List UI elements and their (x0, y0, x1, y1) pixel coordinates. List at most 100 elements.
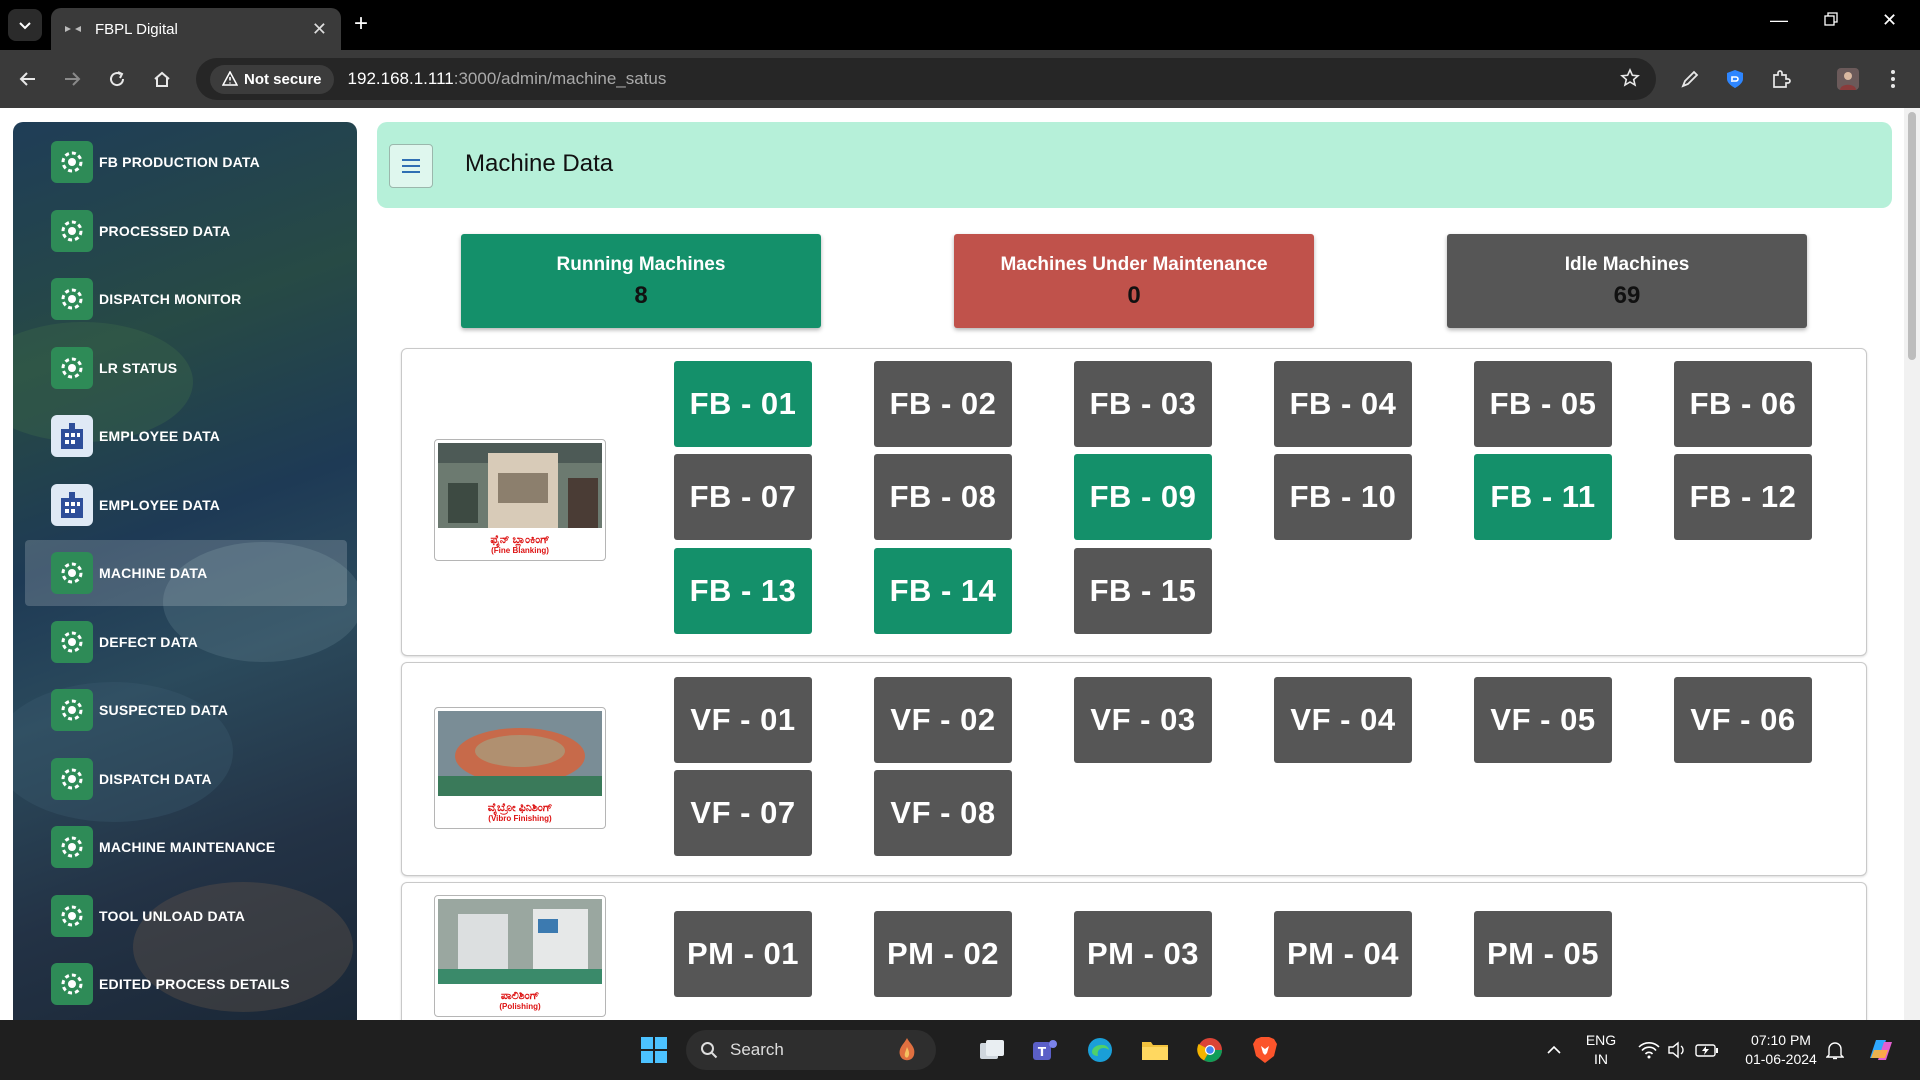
machine-tile-fb-01[interactable]: FB - 01 (674, 361, 812, 447)
machine-tile-pm-03[interactable]: PM - 03 (1074, 911, 1212, 997)
machine-tile-vf-06[interactable]: VF - 06 (1674, 677, 1812, 763)
machine-tile-fb-15[interactable]: FB - 15 (1074, 548, 1212, 634)
forward-button[interactable] (57, 64, 87, 94)
input-language-indicator[interactable]: ENG IN (1583, 1031, 1619, 1069)
group-caption-english: (Polishing) (499, 1002, 541, 1011)
back-button[interactable] (13, 64, 43, 94)
machine-tile-fb-08[interactable]: FB - 08 (874, 454, 1012, 540)
sidebar-item-fb-production-data[interactable]: FB PRODUCTION DATA (25, 129, 347, 195)
maintenance-machines-label: Machines Under Maintenance (1000, 254, 1268, 275)
page-header: Machine Data (377, 122, 1892, 208)
machine-tile-fb-14[interactable]: FB - 14 (874, 548, 1012, 634)
sidebar-item-dispatch-data[interactable]: DISPATCH DATA (25, 746, 347, 812)
copilot-button[interactable] (1864, 1033, 1898, 1067)
pen-extension-button[interactable] (1677, 66, 1703, 92)
profile-avatar-button[interactable] (1835, 66, 1861, 92)
browser-tab-active[interactable]: FBPL Digital ✕ (51, 8, 341, 50)
machine-tile-fb-09[interactable]: FB - 09 (1074, 454, 1212, 540)
machine-tile-vf-01[interactable]: VF - 01 (674, 677, 812, 763)
machine-tile-vf-05[interactable]: VF - 05 (1474, 677, 1612, 763)
sidebar-item-label: PROCESSED DATA (99, 222, 231, 239)
file-explorer-button[interactable] (1138, 1033, 1172, 1067)
brave-lion-icon (1253, 1037, 1277, 1063)
teams-icon: T (1033, 1040, 1057, 1060)
maintenance-icon (51, 826, 93, 868)
machine-tile-vf-02[interactable]: VF - 02 (874, 677, 1012, 763)
edge-app-button[interactable] (1083, 1033, 1117, 1067)
chart-gear-icon (51, 620, 93, 663)
extensions-button[interactable] (1768, 66, 1794, 92)
clock[interactable]: 07:10 PM 01-06-2024 (1733, 1031, 1829, 1069)
fine-blanking-photo: ಫೈನ್ ಬ್ಲಾಂಕಿಂಗ್ (Fine Blanking) (434, 439, 606, 561)
fine-blanking-machine-image (438, 443, 602, 528)
address-bar[interactable]: Not secure 192.168.1.111:3000/admin/mach… (196, 58, 1656, 100)
machine-tile-pm-02[interactable]: PM - 02 (874, 911, 1012, 997)
gears-icon (51, 963, 93, 1005)
taskbar-search-box[interactable]: Search (686, 1030, 936, 1070)
dispatch-truck-icon (51, 278, 93, 320)
volume-indicator[interactable] (1660, 1033, 1694, 1067)
sidebar-item-defect-data[interactable]: DEFECT DATA (25, 609, 347, 675)
notifications-button[interactable] (1818, 1033, 1852, 1067)
reload-button[interactable] (102, 64, 132, 94)
sidebar-item-tool-unload-data[interactable]: TOOL UNLOAD DATA (25, 883, 347, 949)
page-scrollbar-thumb[interactable] (1908, 112, 1916, 360)
sidebar-item-machine-data[interactable]: MACHINE DATA (25, 540, 347, 606)
machine-tile-fb-04[interactable]: FB - 04 (1274, 361, 1412, 447)
machine-tile-fb-07[interactable]: FB - 07 (674, 454, 812, 540)
machine-tile-fb-03[interactable]: FB - 03 (1074, 361, 1212, 447)
battery-indicator[interactable] (1690, 1033, 1724, 1067)
sidebar-item-label: DISPATCH DATA (99, 770, 212, 787)
page-scrollbar[interactable] (1904, 108, 1920, 1020)
machine-tile-fb-10[interactable]: FB - 10 (1274, 454, 1412, 540)
sidebar-item-employee-data[interactable]: EMPLOYEE DATA (25, 472, 347, 538)
machine-tile-fb-05[interactable]: FB - 05 (1474, 361, 1612, 447)
machine-tile-fb-12[interactable]: FB - 12 (1674, 454, 1812, 540)
group-caption-local: ವೈಬ್ರೋ ಫಿನಿಶಿಂಗ್ (487, 802, 553, 814)
menu-toggle-button[interactable] (389, 144, 433, 188)
sidebar-item-processed-data[interactable]: PROCESSED DATA (25, 198, 347, 264)
task-view-button[interactable] (975, 1033, 1009, 1067)
machine-tile-vf-03[interactable]: VF - 03 (1074, 677, 1212, 763)
brave-app-button[interactable] (1248, 1033, 1282, 1067)
site-info-chip[interactable]: Not secure (210, 64, 334, 94)
language-code: ENG (1585, 1032, 1617, 1048)
search-placeholder: Search (730, 1040, 784, 1059)
sidebar-item-suspected-data[interactable]: SUSPECTED DATA (25, 677, 347, 743)
sidebar-item-edited-process-details[interactable]: EDITED PROCESS DETAILS (25, 951, 347, 1017)
machine-group-polishing: ಪಾಲಿಶಿಂಗ್ (Polishing) PM - 01 PM - 02 PM -… (401, 882, 1867, 1020)
sidebar-item-machine-maintenance[interactable]: MACHINE MAINTENANCE (25, 814, 347, 880)
bookmark-star-button[interactable] (1620, 68, 1640, 93)
machine-tile-fb-06[interactable]: FB - 06 (1674, 361, 1812, 447)
minimize-button[interactable]: — (1770, 10, 1788, 31)
machine-tile-vf-04[interactable]: VF - 04 (1274, 677, 1412, 763)
close-window-button[interactable]: ✕ (1882, 10, 1897, 31)
machine-tile-pm-05[interactable]: PM - 05 (1474, 911, 1612, 997)
show-hidden-icons-button[interactable] (1537, 1033, 1571, 1067)
restore-icon (1824, 12, 1838, 26)
start-button[interactable] (637, 1033, 671, 1067)
machine-tile-fb-02[interactable]: FB - 02 (874, 361, 1012, 447)
machine-tile-fb-11[interactable]: FB - 11 (1474, 454, 1612, 540)
home-button[interactable] (147, 64, 177, 94)
teams-app-button[interactable]: T (1028, 1033, 1062, 1067)
machine-tile-vf-07[interactable]: VF - 07 (674, 770, 812, 856)
running-machines-card: Running Machines 8 (461, 234, 821, 328)
arrow-left-icon (19, 72, 35, 86)
sidebar-item-lr-status[interactable]: LR STATUS (25, 335, 347, 401)
tab-search-button[interactable] (8, 9, 42, 41)
restore-button[interactable] (1824, 10, 1838, 31)
sidebar-item-employee-data[interactable]: EMPLOYEE DATA (25, 403, 347, 469)
machine-tile-vf-08[interactable]: VF - 08 (874, 770, 1012, 856)
machine-tile-pm-04[interactable]: PM - 04 (1274, 911, 1412, 997)
settings-cycle-icon (51, 141, 93, 183)
browser-menu-button[interactable] (1880, 66, 1906, 92)
machine-tile-pm-01[interactable]: PM - 01 (674, 911, 812, 997)
chrome-app-button[interactable] (1193, 1033, 1227, 1067)
sidebar-item-label: DISPATCH MONITOR (99, 291, 242, 307)
new-tab-button[interactable]: + (354, 10, 368, 38)
machine-tile-fb-13[interactable]: FB - 13 (674, 548, 812, 634)
shield-extension-button[interactable] (1722, 66, 1748, 92)
tab-close-icon[interactable]: ✕ (312, 19, 327, 40)
sidebar-item-dispatch-monitor[interactable]: DISPATCH MONITOR (25, 266, 347, 332)
